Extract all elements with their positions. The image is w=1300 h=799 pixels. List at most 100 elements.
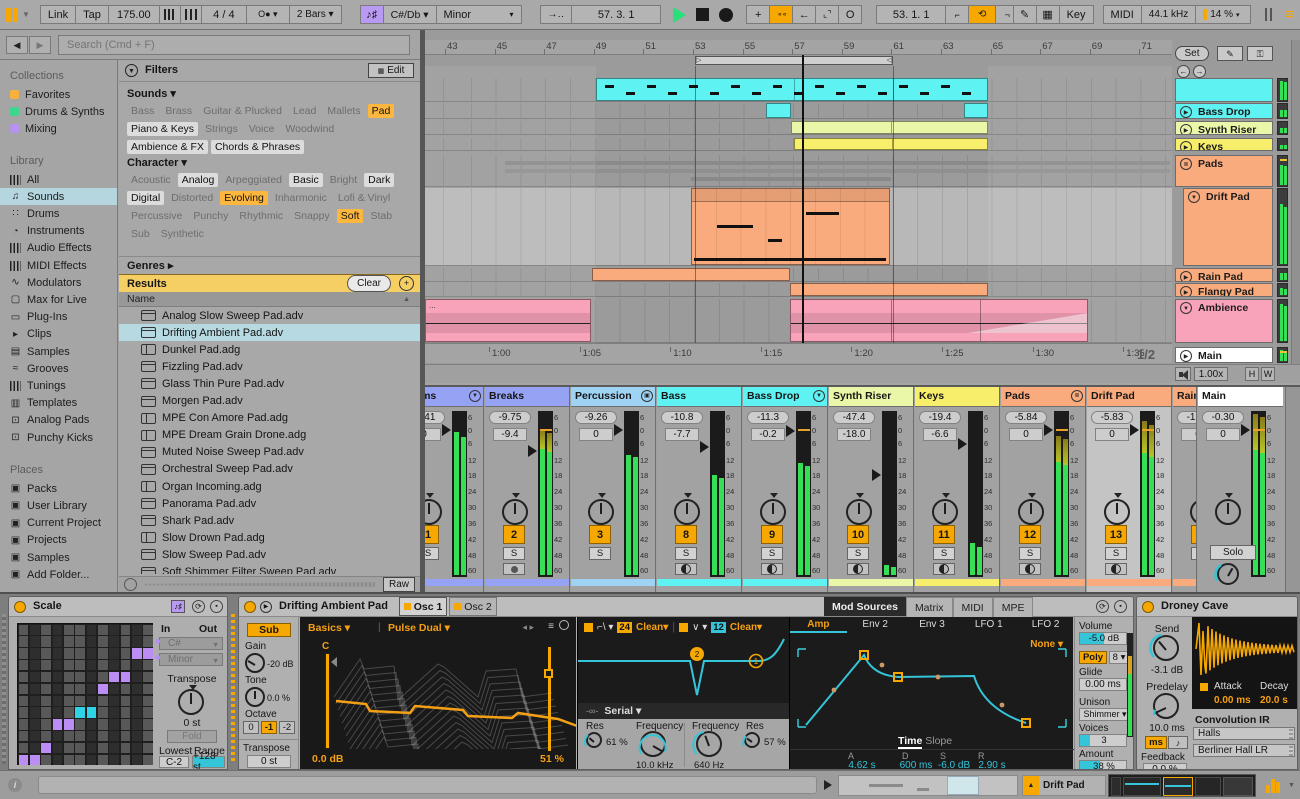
clip-ambience[interactable] bbox=[790, 299, 1088, 342]
pan-knob[interactable] bbox=[932, 499, 958, 525]
time-tab[interactable]: Time bbox=[898, 735, 923, 749]
scale-grid-cell[interactable] bbox=[18, 742, 29, 754]
volume-field[interactable]: -9.4 bbox=[493, 428, 527, 441]
track-header-bass-drop[interactable]: ▶ Bass Drop bbox=[1175, 103, 1273, 119]
amount-field[interactable]: 38 % bbox=[1079, 760, 1127, 769]
scale-grid-cell[interactable] bbox=[63, 731, 74, 742]
peak-level-display[interactable]: -47.4 bbox=[833, 411, 875, 424]
collection-item-drums-synths[interactable]: Drums & Synths bbox=[0, 103, 117, 120]
scale-grid-cell[interactable] bbox=[75, 683, 86, 695]
filter-chip-punchy[interactable]: Punchy bbox=[189, 209, 232, 223]
scale-grid-cell[interactable] bbox=[109, 660, 120, 671]
transpose-value[interactable]: 0 st bbox=[247, 755, 291, 768]
scale-grid-cell[interactable] bbox=[52, 671, 63, 683]
track-header-ambience[interactable]: ▼ Ambience bbox=[1175, 299, 1273, 343]
filter-chip-acoustic[interactable]: Acoustic bbox=[127, 173, 175, 187]
follow-actions-toggle[interactable]: O bbox=[838, 5, 863, 24]
play-button[interactable] bbox=[673, 6, 687, 23]
sidebar-item-grooves[interactable]: ≈ Grooves bbox=[0, 360, 117, 377]
ir-attack-toggle[interactable] bbox=[1200, 683, 1208, 691]
scale-mode-toggle[interactable]: ♪♯ bbox=[359, 5, 384, 24]
scale-grid-cell[interactable] bbox=[29, 671, 40, 683]
volume-fader-handle[interactable] bbox=[1241, 424, 1250, 436]
reverb-title-bar[interactable]: Droney Cave bbox=[1137, 597, 1297, 617]
follow-toggle[interactable]: →‥ bbox=[539, 5, 573, 24]
forward-button[interactable]: ▶ bbox=[29, 36, 51, 54]
track-activator[interactable]: 8 bbox=[675, 525, 697, 544]
scale-cell-current[interactable] bbox=[86, 707, 97, 718]
track-lane-pads[interactable] bbox=[425, 155, 1172, 187]
scale-grid-cell[interactable] bbox=[97, 636, 108, 647]
filter-chip-distorted[interactable]: Distorted bbox=[167, 191, 217, 205]
sidebar-item-clips[interactable]: ▸ Clips bbox=[0, 326, 117, 343]
scale-grid-cell[interactable] bbox=[97, 648, 108, 659]
volume-field[interactable]: -7.7 bbox=[665, 428, 699, 441]
scale-grid-cell[interactable] bbox=[75, 754, 86, 766]
strip-header[interactable]: Main bbox=[1198, 387, 1283, 407]
scale-grid-cell[interactable] bbox=[63, 707, 74, 718]
pan-knob[interactable] bbox=[425, 499, 442, 525]
track-play-icon[interactable]: ▶ bbox=[1180, 141, 1192, 150]
transpose-knob[interactable] bbox=[178, 689, 204, 715]
volume-field[interactable]: 0 bbox=[1095, 428, 1129, 441]
result-row[interactable]: Muted Noise Sweep Pad.adv bbox=[119, 444, 420, 461]
filter-chip-bright[interactable]: Bright bbox=[326, 173, 361, 187]
volume-fader-handle[interactable] bbox=[442, 424, 451, 436]
prev-marker-button[interactable]: ← bbox=[1177, 65, 1190, 78]
playback-speed-field[interactable]: 1.00x bbox=[1194, 367, 1228, 381]
record-button[interactable] bbox=[719, 7, 734, 22]
monitor-button[interactable] bbox=[1105, 563, 1127, 575]
filter-chip-percussive[interactable]: Percussive bbox=[127, 209, 186, 223]
scale-grid-cell[interactable] bbox=[131, 731, 142, 742]
scale-cell-active[interactable] bbox=[29, 754, 40, 766]
scale-grid-cell[interactable] bbox=[18, 624, 29, 635]
ableton-logo[interactable] bbox=[6, 7, 18, 22]
filter-chip-basic[interactable]: Basic bbox=[289, 173, 323, 187]
back-button[interactable]: ◀ bbox=[6, 36, 28, 54]
track-play-icon[interactable]: ▶ bbox=[1180, 286, 1192, 296]
info-icon[interactable]: i bbox=[8, 778, 22, 792]
loop-toggle[interactable]: ⟲ bbox=[968, 5, 997, 24]
result-row[interactable]: Dunkel Pad.adg bbox=[119, 341, 420, 358]
places-item-current-project[interactable]: ▣ Current Project bbox=[0, 515, 117, 532]
track-header-keys[interactable]: ▶ Keys bbox=[1175, 138, 1273, 151]
scale-grid-cell[interactable] bbox=[86, 636, 97, 647]
solo-button[interactable]: S bbox=[503, 547, 525, 560]
volume-fader-handle[interactable] bbox=[786, 425, 795, 437]
device-on-toggle[interactable] bbox=[244, 601, 256, 613]
add-filter-button[interactable]: + bbox=[399, 276, 414, 291]
osc-level-slider[interactable] bbox=[325, 653, 330, 749]
scale-grid-cell[interactable] bbox=[63, 671, 74, 683]
scale-grid[interactable] bbox=[17, 623, 154, 766]
scale-grid-cell[interactable] bbox=[109, 683, 120, 695]
tab-matrix[interactable]: Matrix bbox=[905, 597, 953, 618]
result-row[interactable]: Morgen Pad.adv bbox=[119, 393, 420, 410]
solo-button[interactable]: S bbox=[675, 547, 697, 560]
scale-cell-active[interactable] bbox=[131, 648, 142, 659]
track-header-drift-pad[interactable]: ▼ Drift Pad bbox=[1183, 188, 1273, 266]
mixer-strip-percussion[interactable]: Percussion ▣ -9.26 0 6 0 6 12 18 24 30 36 42 48 60 3 S bbox=[571, 387, 656, 592]
track-lane-bass-drop[interactable] bbox=[425, 103, 1172, 119]
unison-menu[interactable]: Shimmer ▾ bbox=[1079, 708, 1131, 721]
track-header-flangy-pad[interactable]: ▶ Flangy Pad bbox=[1175, 283, 1273, 297]
wavetable-title-bar[interactable]: ▶ Drifting Ambient Pad Osc 1 Osc 2 Mod Sourc… bbox=[239, 597, 1133, 618]
volume-fader-handle[interactable] bbox=[958, 438, 967, 450]
octave-0[interactable]: 0 bbox=[243, 721, 259, 734]
time-slope-toggle[interactable]: Time Slope bbox=[898, 735, 988, 749]
volume-fader-handle[interactable] bbox=[700, 441, 709, 453]
mixer-strip-drift-pad[interactable]: Drift Pad -5.83 0 6 0 6 12 18 24 30 36 42 48 60 13 S bbox=[1087, 387, 1172, 592]
tab-midi[interactable]: MIDI bbox=[952, 597, 993, 618]
next-marker-button[interactable]: → bbox=[1193, 65, 1206, 78]
scale-grid-cell[interactable] bbox=[75, 695, 86, 706]
metronome-toggle[interactable] bbox=[179, 5, 202, 24]
cpu-meter[interactable]: 14 % ▾ bbox=[1195, 5, 1252, 24]
filter-chip-woodwind[interactable]: Woodwind bbox=[281, 122, 338, 136]
draw-mode-toggle[interactable]: ⌞⌝ bbox=[815, 5, 840, 24]
display-mode-icon[interactable]: ≡ bbox=[548, 621, 554, 632]
voices-field[interactable]: 3 bbox=[1079, 734, 1127, 747]
scale-awareness-icon[interactable]: ♪♯ bbox=[171, 600, 185, 613]
group-icon[interactable]: ≣ bbox=[1071, 390, 1083, 402]
decay-value[interactable]: 20.0 s bbox=[1260, 695, 1288, 706]
scale-grid-cell[interactable] bbox=[63, 624, 74, 635]
clip-midi[interactable] bbox=[596, 78, 988, 101]
